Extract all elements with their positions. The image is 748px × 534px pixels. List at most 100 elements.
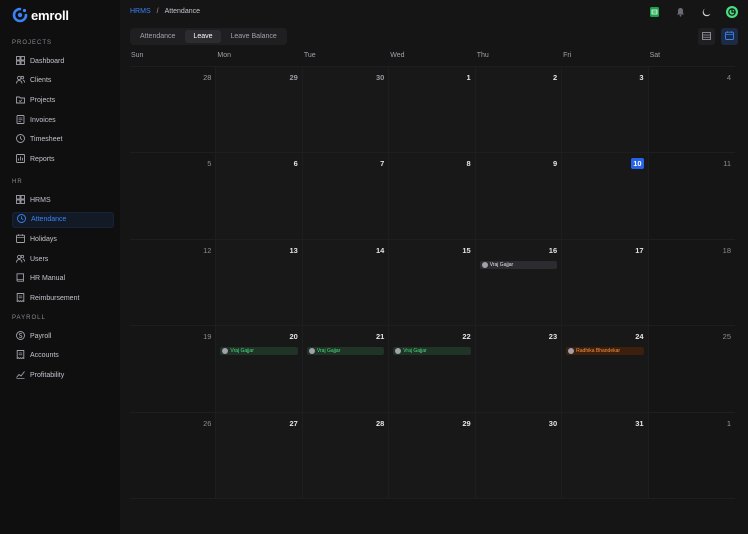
calendar-day-cell[interactable]: 1 bbox=[389, 67, 476, 154]
invoice-icon bbox=[16, 114, 25, 126]
tab-attendance[interactable]: Attendance bbox=[132, 30, 183, 43]
leave-event[interactable]: Radhika Bhandekar bbox=[566, 347, 644, 356]
calendar-day-cell[interactable]: 30 bbox=[475, 412, 563, 499]
day-number: 13 bbox=[289, 245, 298, 255]
breadcrumb-current: Attendance bbox=[164, 8, 200, 15]
sidebar-item-clients[interactable]: Clients bbox=[12, 73, 114, 89]
calendar-day-cell[interactable]: 14 bbox=[302, 239, 390, 327]
users-icon bbox=[15, 75, 26, 86]
sidebar-item-label: Holidays bbox=[30, 235, 57, 243]
calendar-day-cell[interactable]: 25 bbox=[648, 326, 735, 413]
calendar-day-cell[interactable]: 21 Vraj Gajjar bbox=[302, 326, 390, 413]
calendar-day-cell[interactable]: 29 bbox=[216, 67, 303, 154]
calendar-day-cell[interactable]: 28 bbox=[302, 412, 390, 499]
calendar-day-cell[interactable]: 12 bbox=[130, 239, 217, 327]
day-number: 1 bbox=[466, 73, 471, 82]
weekday-wed: Wed bbox=[390, 52, 405, 59]
dark-mode-moon-icon[interactable] bbox=[700, 6, 712, 18]
calendar-day-cell[interactable]: 30 bbox=[302, 67, 390, 154]
day-number: 20 bbox=[289, 332, 298, 342]
calendar-day-cell[interactable]: 26 bbox=[130, 412, 217, 499]
calendar-day-cell[interactable]: 2 bbox=[475, 67, 563, 154]
tab-leave[interactable]: Leave bbox=[185, 30, 221, 43]
sidebar-item-reports[interactable]: Reports bbox=[12, 152, 114, 168]
today-day-number: 10 bbox=[631, 158, 644, 170]
day-number: 16 bbox=[548, 245, 558, 255]
user-avatar[interactable] bbox=[726, 6, 738, 18]
calendar-day-cell[interactable]: 31 bbox=[562, 412, 649, 499]
calendar-day-cell[interactable]: 8 bbox=[389, 153, 476, 240]
breadcrumb-hrms-link[interactable]: HRMS bbox=[130, 8, 151, 15]
calendar-day-cell[interactable]: 3 bbox=[562, 67, 649, 154]
calendar-day-cell[interactable]: 13 bbox=[216, 239, 303, 327]
users-icon bbox=[15, 254, 26, 265]
calendar-grid: 28 29 30 1 2 3 4 5 6 7 8 9 10 11 12 13 14 15 16 Vraj Gajjar… bbox=[130, 66, 735, 499]
header-actions bbox=[648, 6, 738, 18]
section-title-payroll: PAYROLL bbox=[12, 315, 46, 321]
sidebar-item-holidays[interactable]: Holidays bbox=[12, 231, 114, 247]
leave-event-name: Vraj Gajjar bbox=[403, 348, 427, 355]
sidebar-item-projects[interactable]: Projects bbox=[12, 92, 114, 108]
leave-event[interactable]: Vraj Gajjar bbox=[306, 347, 385, 356]
calendar-day-cell[interactable]: 22 Vraj Gajjar bbox=[389, 326, 476, 413]
sidebar-item-users[interactable]: Users bbox=[12, 251, 114, 267]
calendar-day-cell[interactable]: 6 bbox=[216, 153, 303, 240]
calendar-day-cell[interactable]: 11 bbox=[648, 153, 735, 240]
leave-event[interactable]: Vraj Gajjar bbox=[393, 347, 471, 356]
sidebar: emroll PROJECTS Dashboard Clients Projects I… bbox=[0, 0, 120, 534]
calendar-day-cell[interactable]: 23 bbox=[475, 326, 563, 413]
day-number: 9 bbox=[552, 159, 558, 169]
sidebar-item-payroll[interactable]: Payroll bbox=[12, 328, 114, 344]
day-number: 3 bbox=[639, 73, 644, 82]
sidebar-item-profitability[interactable]: Profitability bbox=[12, 367, 114, 383]
sidebar-item-label: HRMS bbox=[30, 196, 51, 204]
app-logo[interactable]: emroll bbox=[12, 7, 69, 23]
calendar-day-cell[interactable]: 24 Radhika Bhandekar bbox=[562, 326, 649, 413]
calendar-day-cell[interactable]: 15 bbox=[389, 239, 476, 327]
sidebar-item-attendance[interactable]: Attendance bbox=[12, 211, 114, 228]
weekday-thu: Thu bbox=[476, 52, 489, 59]
chart-icon bbox=[16, 370, 25, 381]
calendar-day-cell[interactable]: 29 bbox=[389, 412, 476, 499]
day-number: 21 bbox=[375, 332, 385, 342]
sheets-icon[interactable] bbox=[648, 6, 660, 18]
calendar-day-cell[interactable]: 18 bbox=[648, 239, 735, 327]
calendar-day-cell[interactable]: 20 Vraj Gajjar bbox=[216, 326, 303, 413]
day-number: 6 bbox=[293, 159, 298, 169]
sidebar-item-accounts[interactable]: Accounts bbox=[12, 348, 114, 364]
calendar-day-cell[interactable]: 28 bbox=[130, 67, 217, 154]
calendar-day-cell[interactable]: 17 bbox=[562, 239, 649, 327]
sidebar-item-label: Payroll bbox=[30, 332, 52, 340]
sidebar-item-hr-manual[interactable]: HR Manual bbox=[12, 271, 114, 287]
sidebar-item-dashboard[interactable]: Dashboard bbox=[12, 53, 114, 69]
day-number: 29 bbox=[462, 418, 471, 428]
day-number: 4 bbox=[726, 73, 731, 82]
calendar-day-cell[interactable]: 7 bbox=[302, 153, 390, 240]
sidebar-item-invoices[interactable]: Invoices bbox=[12, 112, 114, 128]
leave-event[interactable]: Vraj Gajjar bbox=[220, 347, 298, 356]
day-number: 30 bbox=[375, 73, 385, 82]
calendar-day-cell[interactable]: 10 bbox=[562, 153, 649, 240]
list-view-button[interactable] bbox=[698, 28, 715, 45]
calendar-day-cell[interactable]: 4 bbox=[648, 67, 735, 154]
sidebar-item-label: Attendance bbox=[31, 216, 67, 224]
sidebar-item-hrms[interactable]: HRMS bbox=[12, 192, 114, 208]
sidebar-item-label: Projects bbox=[30, 96, 56, 104]
sidebar-item-reimbursement[interactable]: Reimbursement bbox=[12, 291, 114, 307]
leave-event[interactable]: Vraj Gajjar bbox=[479, 260, 558, 269]
notification-bell-icon[interactable] bbox=[674, 6, 686, 18]
leave-event-name: Vraj Gajjar bbox=[230, 348, 254, 355]
calendar-day-cell[interactable]: 1 bbox=[648, 412, 735, 499]
calendar-day-cell[interactable]: 9 bbox=[475, 153, 563, 240]
calendar-day-cell[interactable]: 19 bbox=[130, 326, 217, 413]
day-number: 26 bbox=[203, 418, 212, 428]
sidebar-item-timesheet[interactable]: Timesheet bbox=[12, 132, 114, 148]
dashboard-icon bbox=[16, 55, 25, 67]
calendar-day-cell[interactable]: 5 bbox=[130, 153, 217, 240]
day-number: 31 bbox=[635, 418, 644, 428]
tab-leave-balance[interactable]: Leave Balance bbox=[223, 30, 285, 43]
calendar-day-cell[interactable]: 27 bbox=[216, 412, 303, 499]
calendar-view-button[interactable] bbox=[721, 28, 738, 45]
calendar-day-cell[interactable]: 16 Vraj Gajjar bbox=[475, 239, 563, 327]
sidebar-item-label: Timesheet bbox=[30, 136, 63, 144]
